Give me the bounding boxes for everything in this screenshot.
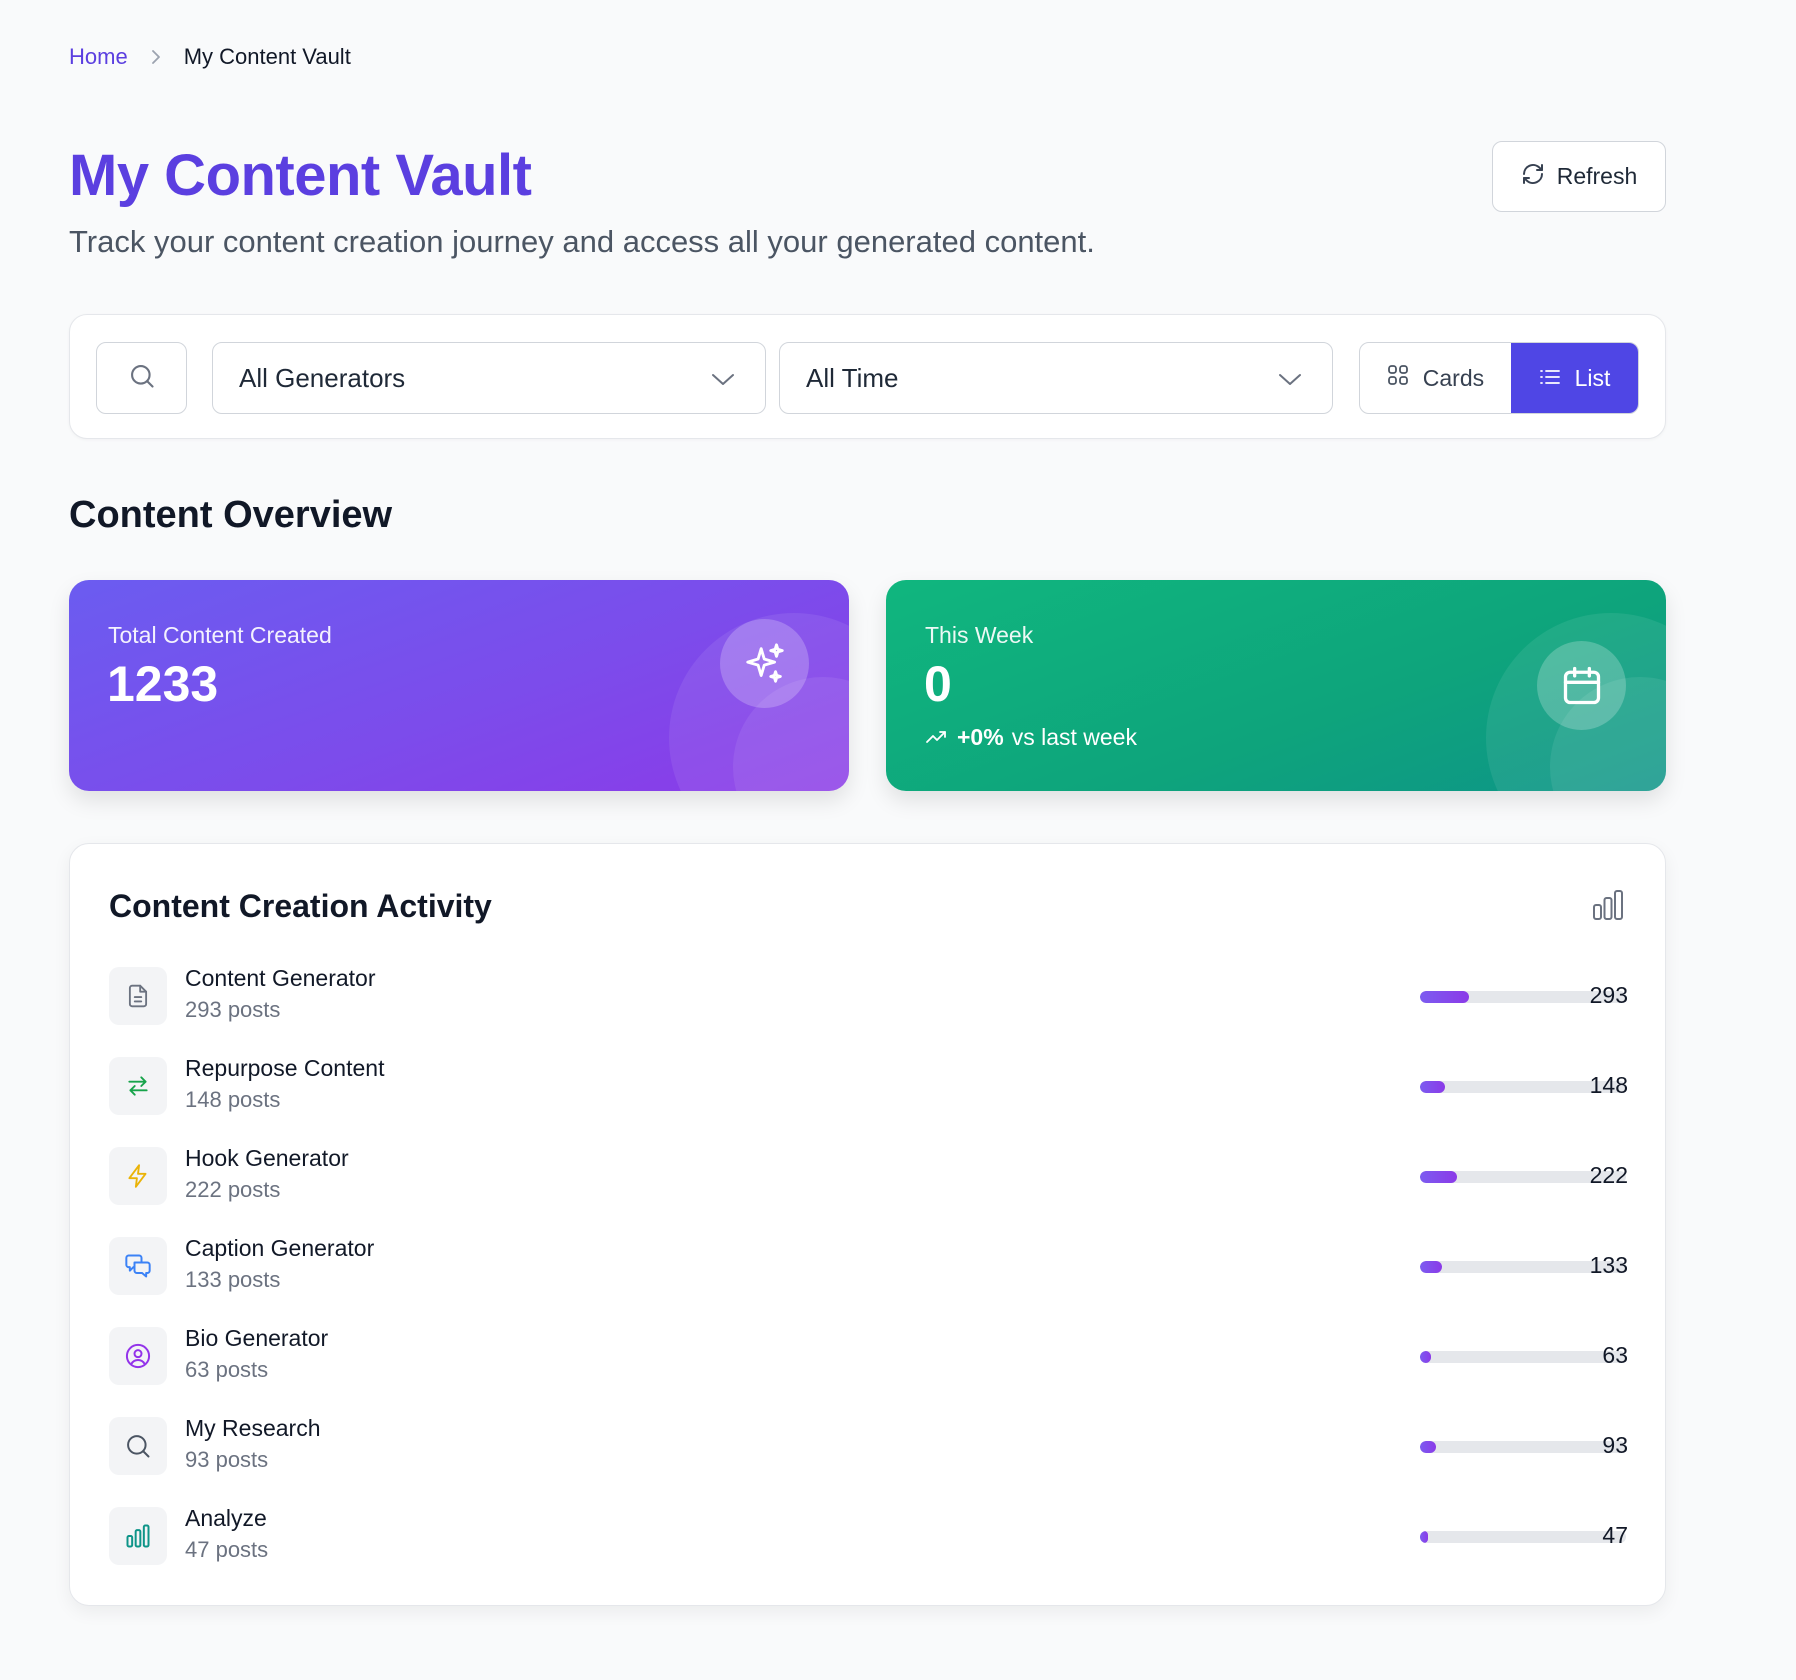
chat-bubbles-icon xyxy=(109,1237,167,1295)
activity-row-name: Bio Generator xyxy=(185,1325,329,1351)
activity-row[interactable]: Caption Generator 133 posts 133 xyxy=(109,1235,1628,1295)
cards-view-button[interactable]: Cards xyxy=(1360,343,1511,413)
list-icon xyxy=(1539,365,1561,392)
bar-chart-icon xyxy=(1591,888,1625,927)
activity-row-name: Caption Generator xyxy=(185,1235,375,1261)
time-range-select[interactable]: All Time xyxy=(779,342,1333,414)
activity-row[interactable]: Hook Generator 222 posts 222 xyxy=(109,1145,1628,1205)
chevron-down-icon xyxy=(1278,363,1302,394)
this-week-label: This Week xyxy=(925,622,1034,648)
list-view-button[interactable]: List xyxy=(1510,343,1638,413)
cards-view-label: Cards xyxy=(1422,364,1485,391)
search-icon xyxy=(128,362,156,395)
activity-row-posts: 93 posts xyxy=(185,1447,269,1472)
activity-row-count: 63 xyxy=(1602,1342,1628,1368)
activity-row-posts: 293 posts xyxy=(185,997,281,1022)
this-week-card: This Week 0 +0% vs last week xyxy=(886,580,1666,791)
sparkles-icon xyxy=(720,619,809,708)
progress-bar-fill xyxy=(1420,1441,1436,1453)
activity-row-count: 133 xyxy=(1589,1252,1628,1278)
total-content-label: Total Content Created xyxy=(108,622,332,648)
bar-chart-icon xyxy=(109,1507,167,1565)
activity-row-posts: 63 posts xyxy=(185,1357,269,1382)
activity-row[interactable]: Analyze 47 posts 47 xyxy=(109,1505,1628,1565)
breadcrumb-home-link[interactable]: Home xyxy=(69,44,128,70)
generator-select[interactable]: All Generators xyxy=(212,342,766,414)
search-icon xyxy=(109,1417,167,1475)
refresh-button[interactable]: Refresh xyxy=(1492,141,1666,212)
generator-select-value: All Generators xyxy=(239,362,406,393)
list-view-label: List xyxy=(1574,364,1611,391)
trending-up-icon xyxy=(925,724,949,751)
progress-bar-track xyxy=(1420,1531,1626,1543)
activity-row-name: Hook Generator xyxy=(185,1145,349,1171)
grid-icon xyxy=(1387,364,1409,392)
chevron-right-icon xyxy=(150,50,162,64)
filter-bar: All Generators All Time Cards List xyxy=(69,314,1666,439)
activity-row-count: 93 xyxy=(1602,1432,1628,1458)
progress-bar-fill xyxy=(1420,1081,1445,1093)
progress-bar-fill xyxy=(1420,1531,1429,1543)
progress-bar-fill xyxy=(1420,991,1469,1003)
activity-row[interactable]: My Research 93 posts 93 xyxy=(109,1415,1628,1475)
activity-row-posts: 222 posts xyxy=(185,1177,281,1202)
page-title: My Content Vault xyxy=(69,143,532,208)
progress-bar-fill xyxy=(1420,1171,1458,1183)
activity-row-posts: 47 posts xyxy=(185,1537,269,1562)
total-content-value: 1233 xyxy=(107,656,219,712)
activity-row-count: 222 xyxy=(1589,1162,1628,1188)
user-circle-icon xyxy=(109,1327,167,1385)
activity-row-count: 47 xyxy=(1602,1522,1628,1548)
page-subtitle: Track your content creation journey and … xyxy=(69,224,1095,259)
activity-row-name: Content Generator xyxy=(185,965,376,991)
refresh-label: Refresh xyxy=(1556,163,1638,189)
activity-row[interactable]: Content Generator 293 posts 293 xyxy=(109,965,1628,1025)
progress-bar-fill xyxy=(1420,1261,1443,1273)
week-trend-value: +0% xyxy=(957,724,1004,750)
activity-title: Content Creation Activity xyxy=(109,888,492,924)
activity-row-count: 148 xyxy=(1589,1072,1628,1098)
activity-row-name: My Research xyxy=(185,1415,321,1441)
progress-bar-track xyxy=(1420,1441,1626,1453)
calendar-icon xyxy=(1537,641,1626,730)
progress-bar-track xyxy=(1420,1351,1626,1363)
time-range-select-value: All Time xyxy=(806,362,899,393)
total-content-card: Total Content Created 1233 xyxy=(69,580,849,791)
breadcrumb-current: My Content Vault xyxy=(183,44,351,69)
chevron-down-icon xyxy=(711,363,735,394)
activity-row-name: Repurpose Content xyxy=(185,1055,385,1081)
content-activity-card: Content Creation Activity Content Genera… xyxy=(69,843,1666,1606)
breadcrumb: Home My Content Vault xyxy=(69,44,351,70)
document-icon xyxy=(109,967,167,1025)
activity-row-posts: 148 posts xyxy=(185,1087,281,1112)
view-toggle: Cards List xyxy=(1359,342,1639,414)
progress-bar-fill xyxy=(1420,1351,1431,1363)
week-trend-suffix: vs last week xyxy=(1011,724,1137,750)
refresh-icon xyxy=(1521,162,1545,192)
repeat-arrows-icon xyxy=(109,1057,167,1115)
activity-row-name: Analyze xyxy=(185,1505,267,1531)
search-input[interactable] xyxy=(96,342,187,414)
week-trend: +0% vs last week xyxy=(925,724,1137,751)
content-overview-title: Content Overview xyxy=(69,494,393,536)
lightning-icon xyxy=(109,1147,167,1205)
activity-row[interactable]: Bio Generator 63 posts 63 xyxy=(109,1325,1628,1385)
activity-row-posts: 133 posts xyxy=(185,1267,281,1292)
activity-row[interactable]: Repurpose Content 148 posts 148 xyxy=(109,1055,1628,1115)
this-week-value: 0 xyxy=(924,656,952,712)
activity-row-count: 293 xyxy=(1589,982,1628,1008)
